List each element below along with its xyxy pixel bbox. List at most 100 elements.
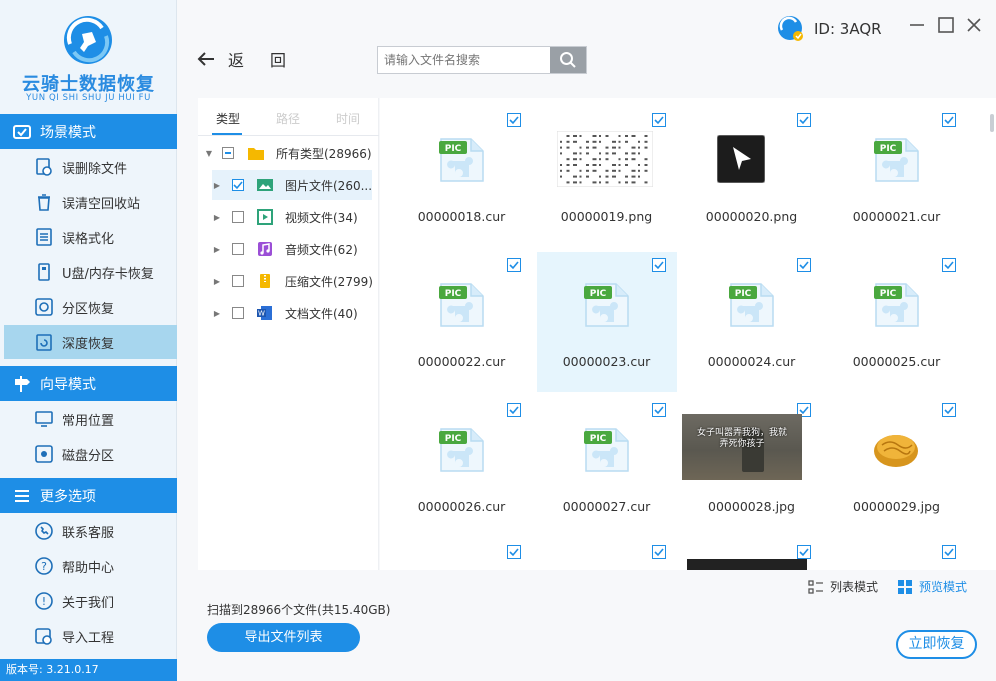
- export-file-list-button[interactable]: 导出文件列表: [207, 623, 360, 652]
- tab-path[interactable]: 路径: [276, 110, 300, 127]
- tree-row-archives[interactable]: ▶ 压缩文件(2799): [198, 266, 379, 296]
- file-name: 00000025.cur: [852, 354, 941, 369]
- back-button[interactable]: 返 回: [196, 47, 286, 71]
- file-checkbox[interactable]: [652, 258, 666, 272]
- tree-row-audio[interactable]: ▶ 音频文件(62): [198, 234, 379, 264]
- file-checkbox[interactable]: [507, 403, 521, 417]
- file-tile[interactable]: PIC 00000024.cur: [682, 252, 822, 392]
- nav-format[interactable]: 误格式化: [4, 220, 177, 254]
- videos-checkbox[interactable]: [232, 211, 244, 223]
- tree-row-documents[interactable]: ▶ W 文档文件(40): [198, 298, 379, 328]
- nav-common-locations[interactable]: 常用位置: [4, 402, 177, 436]
- file-thumbnail: 女子叫嚣弄我狗，我就 弄死你孩子: [682, 414, 802, 480]
- file-checkbox[interactable]: [652, 403, 666, 417]
- scrollbar-thumb[interactable]: [990, 114, 994, 132]
- file-tile[interactable]: PIC 00000021.cur: [827, 107, 967, 247]
- tab-time[interactable]: 时间: [336, 110, 360, 127]
- check-icon: [654, 548, 664, 557]
- app-window: 云骑士数据恢复 YUN QI SHI SHU JU HUI FU 场景模式 误删…: [0, 0, 996, 681]
- svg-text:PIC: PIC: [445, 434, 462, 444]
- signpost-icon: [15, 375, 30, 392]
- expand-arrow-icon[interactable]: ▶: [212, 245, 222, 254]
- file-checkbox[interactable]: [942, 403, 956, 417]
- search-input[interactable]: [378, 47, 551, 73]
- file-name: 00000024.cur: [707, 354, 796, 369]
- file-checkbox[interactable]: [942, 258, 956, 272]
- check-icon: [233, 181, 243, 190]
- file-checkbox[interactable]: [507, 113, 521, 127]
- expand-arrow-icon[interactable]: ▶: [212, 277, 222, 286]
- file-checkbox[interactable]: [652, 545, 666, 559]
- documents-checkbox[interactable]: [232, 307, 244, 319]
- check-icon: [509, 406, 519, 415]
- tree-row-videos[interactable]: ▶ 视频文件(34): [198, 202, 379, 232]
- menu-icon: [15, 489, 29, 502]
- file-thumbnail: PIC: [727, 280, 777, 334]
- pic-file-icon: PIC: [584, 283, 629, 327]
- expand-arrow-icon[interactable]: ▶: [212, 309, 222, 318]
- file-tile[interactable]: PIC 00000018.cur: [392, 107, 532, 247]
- document-preview-image: [556, 130, 654, 188]
- nav-partition-recovery[interactable]: 分区恢复: [4, 290, 177, 324]
- usb-icon: [38, 263, 50, 281]
- file-thumbnail: PIC: [872, 135, 922, 189]
- nav-disk-partition[interactable]: 磁盘分区: [4, 437, 177, 471]
- audio-checkbox[interactable]: [232, 243, 244, 255]
- tree-row-all-types[interactable]: ▼ 所有类型(28966): [198, 138, 379, 168]
- section-wizard-mode[interactable]: 向导模式: [0, 366, 177, 401]
- search-box: [377, 46, 587, 74]
- info-icon: !: [35, 592, 53, 610]
- section-more-options[interactable]: 更多选项: [0, 478, 177, 513]
- file-tile[interactable]: PIC 00000022.cur: [392, 252, 532, 392]
- nav-help-center[interactable]: ? 帮助中心: [4, 549, 177, 583]
- list-mode-button[interactable]: 列表模式: [808, 578, 878, 595]
- minimize-button[interactable]: [908, 16, 926, 34]
- search-button[interactable]: [550, 47, 586, 73]
- preview-mode-button[interactable]: 预览模式: [897, 578, 967, 595]
- expand-arrow-icon[interactable]: ▶: [212, 213, 222, 222]
- file-tile[interactable]: 女子叫嚣弄我狗，我就 弄死你孩子 00000028.jpg: [682, 397, 822, 537]
- file-checkbox[interactable]: [652, 113, 666, 127]
- tree-row-images[interactable]: ▶ 图片文件(260...: [212, 170, 372, 200]
- file-checkbox[interactable]: [797, 545, 811, 559]
- file-name: 00000018.cur: [417, 209, 506, 224]
- maximize-button[interactable]: [937, 16, 955, 34]
- file-tile[interactable]: 00000019.png: [537, 107, 677, 247]
- archives-checkbox[interactable]: [232, 275, 244, 287]
- nav-usb-recovery[interactable]: U盘/内存卡恢复: [4, 255, 177, 289]
- check-icon: [799, 261, 809, 270]
- tab-type[interactable]: 类型: [216, 110, 240, 127]
- zip-icon: [260, 274, 270, 288]
- all-types-checkbox[interactable]: [222, 147, 234, 159]
- list-view-icon: [808, 579, 823, 594]
- file-checkbox[interactable]: [797, 258, 811, 272]
- expand-arrow-icon[interactable]: ▶: [212, 181, 222, 190]
- file-checkbox[interactable]: [797, 113, 811, 127]
- file-tile[interactable]: PIC 00000026.cur: [392, 397, 532, 537]
- recover-now-button[interactable]: 立即恢复: [896, 630, 977, 659]
- nav-deleted-files[interactable]: 误删除文件: [4, 150, 177, 184]
- file-checkbox[interactable]: [507, 545, 521, 559]
- pic-file-icon: PIC: [874, 283, 919, 327]
- nav-recycle-bin[interactable]: 误清空回收站: [4, 185, 177, 219]
- file-checkbox[interactable]: [942, 545, 956, 559]
- file-checkbox[interactable]: [507, 258, 521, 272]
- file-checkbox[interactable]: [942, 113, 956, 127]
- file-tile[interactable]: PIC 00000027.cur: [537, 397, 677, 537]
- nav-import-project[interactable]: 导入工程: [4, 619, 177, 653]
- section-scene-mode[interactable]: 场景模式: [0, 114, 177, 149]
- photo-caption-line-2: 弄死你孩子: [719, 439, 765, 449]
- file-tile[interactable]: 00000029.jpg: [827, 397, 967, 537]
- partition-icon: [35, 298, 53, 316]
- images-checkbox[interactable]: [232, 179, 244, 191]
- file-tile[interactable]: 00000020.png: [682, 107, 822, 247]
- nav-about-us[interactable]: ! 关于我们: [4, 584, 177, 618]
- nav-customer-service[interactable]: 联系客服: [4, 514, 177, 548]
- close-button[interactable]: [965, 16, 983, 34]
- pic-file-icon: PIC: [439, 138, 484, 182]
- svg-text:PIC: PIC: [590, 289, 607, 299]
- file-tile[interactable]: PIC 00000025.cur: [827, 252, 967, 392]
- file-tile[interactable]: PIC 00000023.cur: [537, 252, 677, 392]
- nav-deep-recovery[interactable]: 深度恢复: [4, 325, 177, 359]
- collapse-arrow-icon[interactable]: ▼: [204, 149, 214, 158]
